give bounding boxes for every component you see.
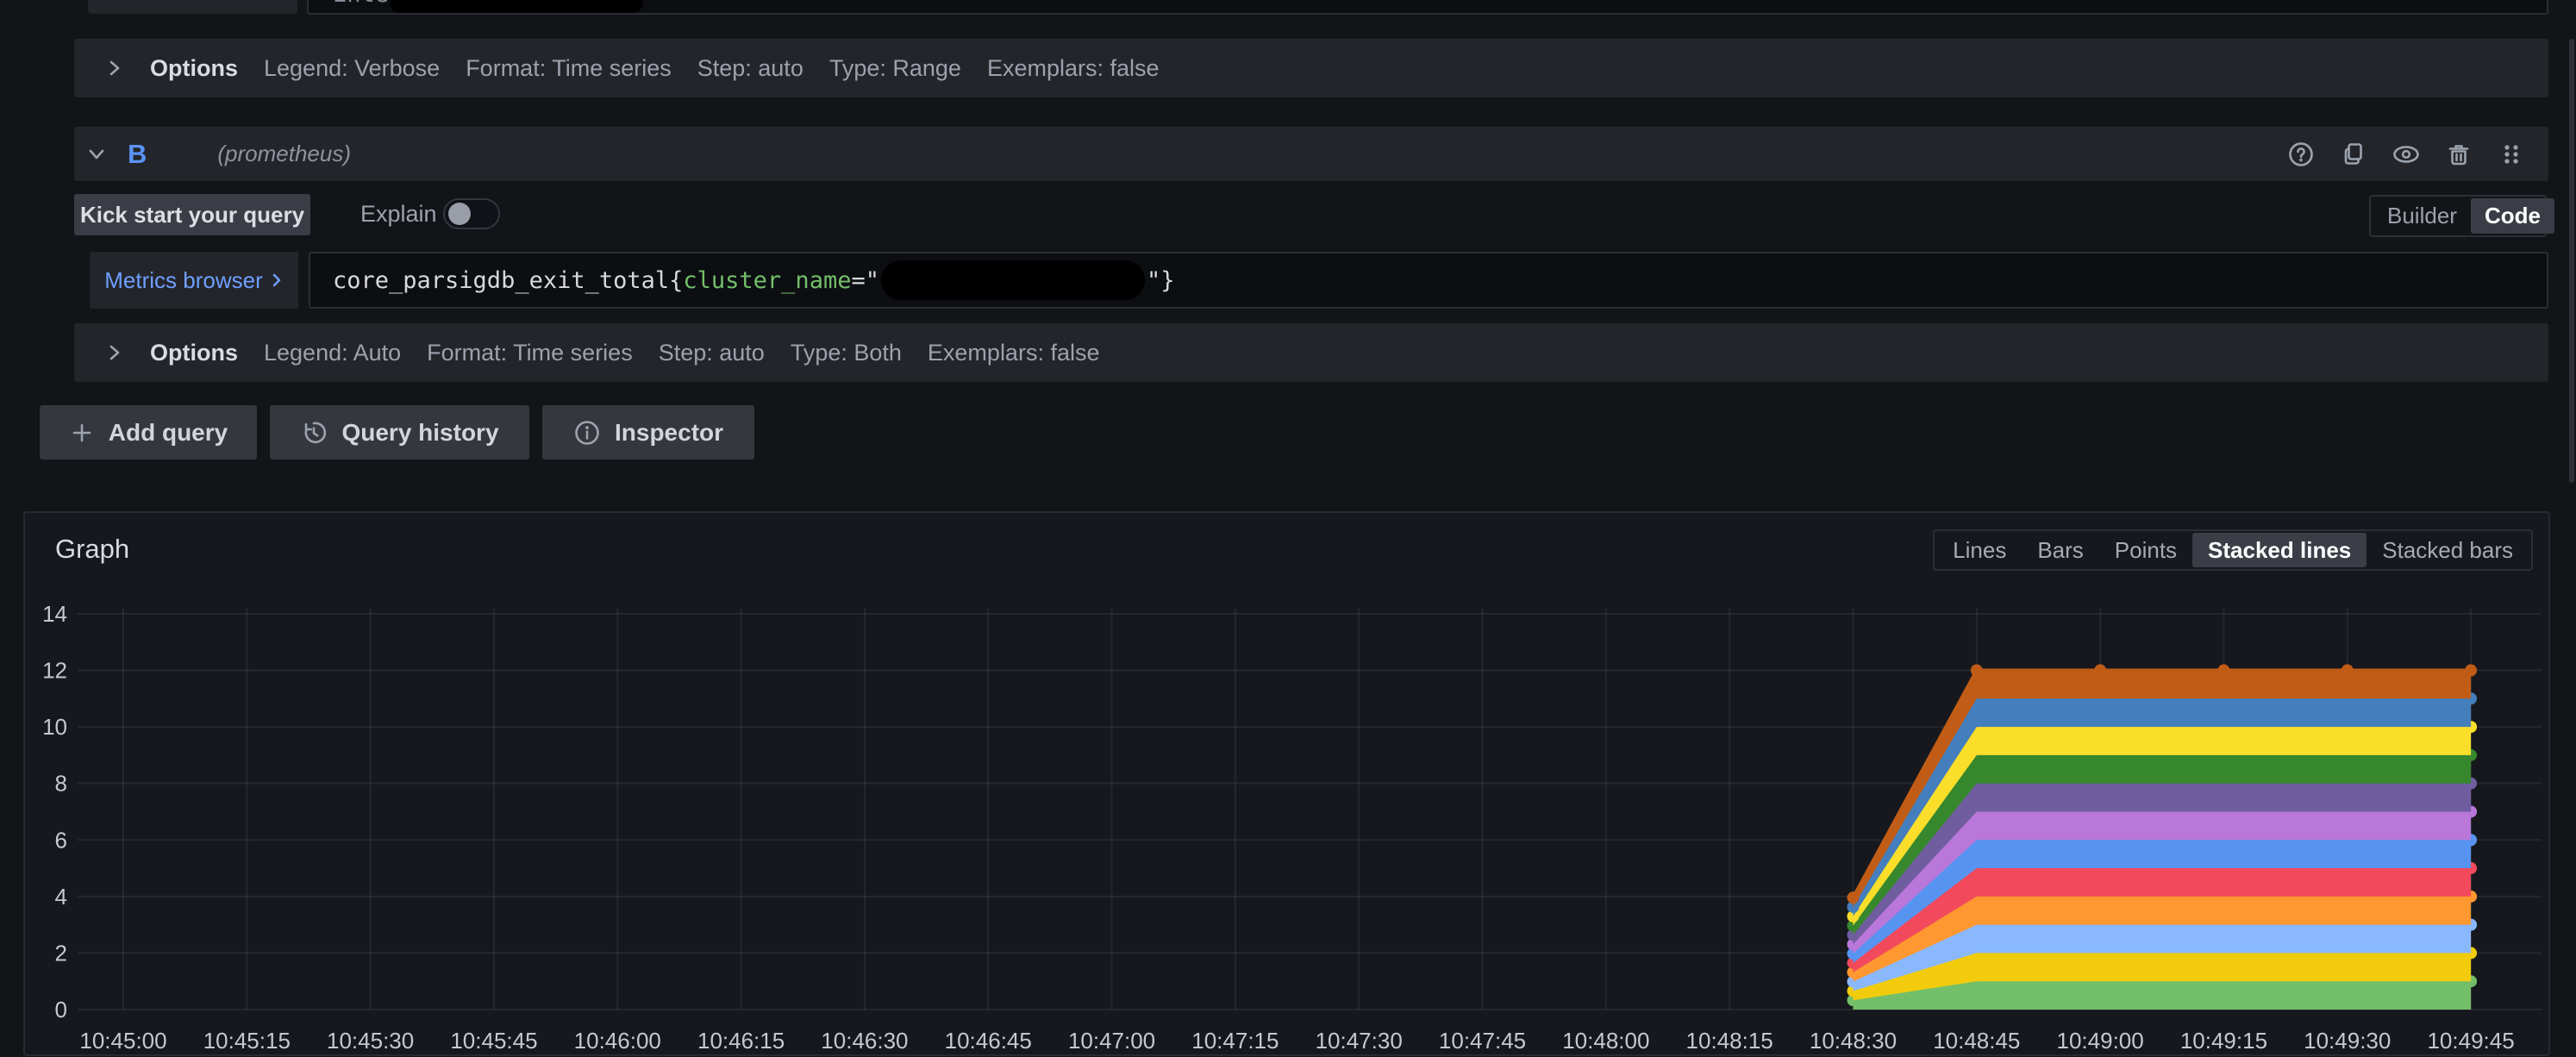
info-circle-icon	[575, 420, 599, 445]
chevron-right-icon[interactable]	[105, 59, 124, 78]
svg-text:10:45:00: 10:45:00	[79, 1028, 166, 1054]
editor-mode-switch: Builder Code	[2369, 195, 2554, 237]
options-toggle-label[interactable]: Options	[150, 340, 238, 366]
svg-text:10:48:30: 10:48:30	[1810, 1028, 1897, 1054]
promql-metric: core_parsigdb_exit_total{	[333, 266, 684, 294]
history-icon	[305, 422, 327, 443]
option-format: Format: Time series	[427, 339, 633, 366]
svg-text:6: 6	[55, 827, 67, 853]
svg-text:10:49:00: 10:49:00	[2057, 1028, 2144, 1054]
svg-text:10:46:30: 10:46:30	[821, 1028, 908, 1054]
svg-text:8: 8	[55, 771, 67, 797]
options-toggle-label[interactable]: Options	[150, 55, 238, 82]
tab-bars[interactable]: Bars	[2022, 533, 2098, 567]
svg-text:12: 12	[42, 658, 67, 684]
explain-label: Explain	[360, 201, 437, 227]
svg-text:0: 0	[55, 997, 67, 1023]
stacked-area-chart[interactable]: 0 2 4 6 8 10 12 14 10:45:00 10:45:15 10:45:30 10:45…	[23, 579, 2550, 1057]
redaction-blob-value	[880, 260, 1145, 300]
option-format: Format: Time series	[466, 54, 672, 81]
inspector-button[interactable]: Inspector	[542, 405, 754, 460]
promql-label-name: cluster_name	[683, 266, 852, 294]
svg-text:10:46:00: 10:46:00	[574, 1028, 661, 1054]
add-query-button[interactable]: Add query	[40, 405, 257, 460]
option-type: Type: Range	[828, 54, 961, 81]
svg-text:10:46:15: 10:46:15	[697, 1028, 785, 1054]
kick-start-query-button[interactable]: Kick start your query	[74, 194, 310, 235]
query-ref-id[interactable]: B	[128, 139, 147, 170]
drag-handle-icon[interactable]	[2497, 140, 2526, 169]
tab-stacked-lines[interactable]: Stacked lines	[2192, 533, 2367, 567]
option-step: Step: auto	[697, 54, 803, 81]
query-b-code-input[interactable]: core_parsigdb_exit_total{cluster_name =" "…	[309, 252, 2548, 309]
promql-equals-quote: ="	[851, 266, 879, 294]
trash-icon[interactable]	[2444, 140, 2473, 169]
graph-view-mode-tabs: Lines Bars Points Stacked lines Stacked …	[1933, 529, 2533, 571]
mode-code[interactable]: Code	[2470, 198, 2554, 234]
svg-text:10:47:00: 10:47:00	[1068, 1028, 1155, 1054]
datasource-label: (prometheus)	[217, 141, 352, 166]
tab-lines[interactable]: Lines	[1937, 533, 2022, 567]
toggle-knob	[448, 203, 471, 225]
svg-text:10:49:15: 10:49:15	[2180, 1028, 2267, 1054]
plus-icon	[72, 423, 91, 441]
tab-stacked-bars[interactable]: Stacked bars	[2367, 533, 2529, 567]
query-history-button[interactable]: Query history	[270, 405, 529, 460]
query-a-options-row[interactable]: Options Legend: Verbose Format: Time ser…	[74, 39, 2548, 97]
mode-builder[interactable]: Builder	[2373, 198, 2471, 234]
option-legend: Legend: Auto	[264, 339, 402, 366]
svg-text:14: 14	[42, 601, 67, 627]
scrollbar[interactable]	[2569, 39, 2574, 483]
promql-close: "}	[1146, 266, 1175, 294]
query-b-header[interactable]: B (prometheus)	[74, 127, 2548, 181]
chevron-down-icon[interactable]	[86, 144, 107, 165]
query-b-options-row[interactable]: Options Legend: Auto Format: Time series…	[74, 323, 2548, 382]
option-step: Step: auto	[658, 339, 765, 366]
chevron-right-icon	[272, 273, 281, 287]
panel-title: Graph	[55, 534, 130, 564]
svg-text:10:46:45: 10:46:45	[945, 1028, 1032, 1054]
option-exemplars: Exemplars: false	[986, 54, 1160, 81]
svg-text:10: 10	[42, 714, 67, 740]
duplicate-icon[interactable]	[2339, 140, 2368, 169]
svg-text:10:48:15: 10:48:15	[1686, 1028, 1773, 1054]
svg-text:10:48:00: 10:48:00	[1562, 1028, 1649, 1054]
metrics-browser-button[interactable]: Metrics browser	[90, 252, 298, 309]
option-legend: Legend: Verbose	[264, 54, 441, 81]
svg-text:10:49:30: 10:49:30	[2304, 1028, 2391, 1054]
option-type: Type: Both	[790, 339, 902, 366]
svg-text:10:47:30: 10:47:30	[1316, 1028, 1403, 1054]
svg-text:10:47:45: 10:47:45	[1439, 1028, 1526, 1054]
svg-text:10:48:45: 10:48:45	[1933, 1028, 2020, 1054]
chevron-right-icon[interactable]	[105, 343, 124, 362]
redaction-blob-top	[390, 0, 643, 13]
svg-text:4: 4	[55, 884, 67, 910]
metrics-browser-button-partial[interactable]	[88, 0, 297, 14]
svg-text:10:47:15: 10:47:15	[1191, 1028, 1279, 1054]
help-circle-icon[interactable]	[2286, 140, 2316, 169]
svg-text:2: 2	[55, 940, 67, 966]
svg-text:10:45:30: 10:45:30	[327, 1028, 414, 1054]
svg-text:10:45:15: 10:45:15	[203, 1028, 291, 1054]
query-header-actions	[2286, 140, 2526, 169]
tab-points[interactable]: Points	[2099, 533, 2192, 567]
query-a-input-partial[interactable]: Enter a PromQL query…	[307, 0, 2548, 15]
eye-icon[interactable]	[2392, 140, 2421, 169]
svg-text:10:45:45: 10:45:45	[450, 1028, 537, 1054]
explain-toggle[interactable]	[443, 198, 500, 229]
svg-text:10:49:45: 10:49:45	[2427, 1028, 2514, 1054]
option-exemplars: Exemplars: false	[927, 339, 1100, 366]
